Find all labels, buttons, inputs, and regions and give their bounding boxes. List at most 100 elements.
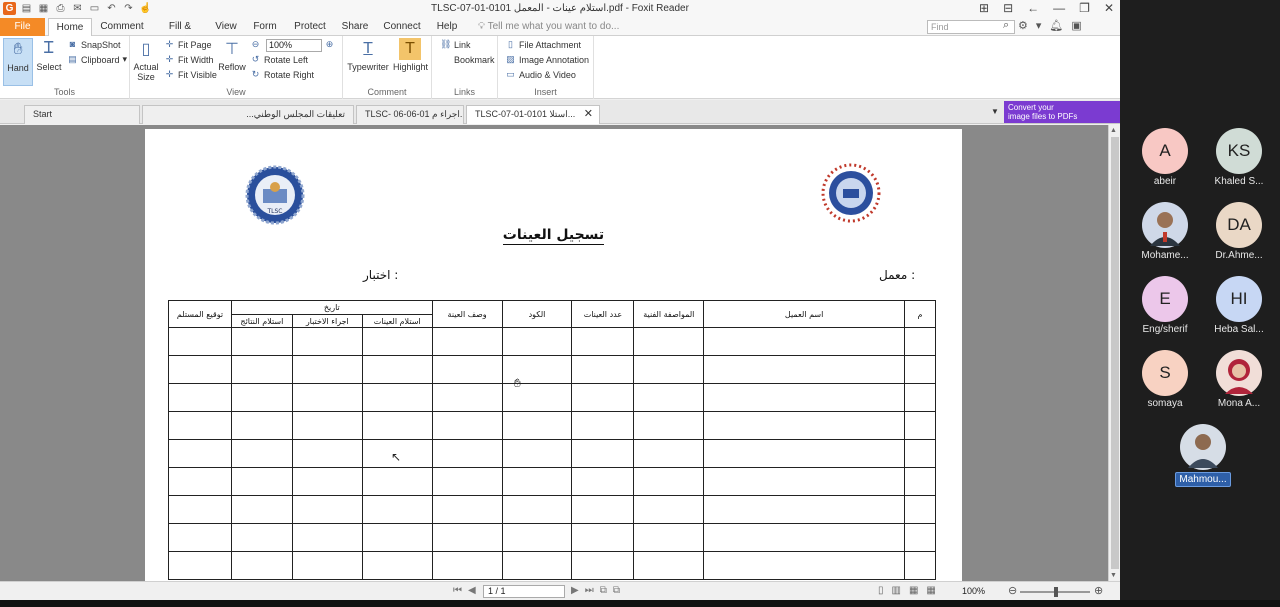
tab-form[interactable]: Form <box>251 18 279 36</box>
copy-page-icon[interactable]: ⧉ <box>600 585 607 596</box>
participant-tile-active[interactable]: Mahmou... <box>1168 424 1238 487</box>
fit-page-button[interactable]: ✛ Fit Page <box>164 39 212 50</box>
tab-document[interactable]: TLSC- 06-06-01 اجراء م... <box>356 105 464 124</box>
find-input[interactable]: Find <box>927 20 1015 34</box>
participant-tile[interactable]: Mohame... <box>1130 202 1200 261</box>
scrollbar-thumb[interactable] <box>1111 137 1119 569</box>
fit-width-button[interactable]: ✛ Fit Width <box>164 54 214 65</box>
tell-me-search[interactable]: 💡︎ Tell me what you want to do... <box>478 18 619 36</box>
file-attachment-button[interactable]: ▯ File Attachment <box>505 39 581 50</box>
header-receiver-signature: توقيع المستلم <box>168 300 232 328</box>
toolbar-right-icons: ⚙ ▾ 🔔︎ ▣ <box>1018 19 1082 32</box>
header-code: الكود <box>501 300 573 328</box>
back-arrow-icon[interactable]: ← <box>1027 1 1039 15</box>
meeting-participants-panel: A abeir KS Khaled S... Mohame... DA Dr.A… <box>1120 0 1280 607</box>
avatar: E <box>1142 276 1188 322</box>
header-client-name: اسم العميل <box>703 300 905 328</box>
convert-promo-banner[interactable]: Convert your image files to PDFs <box>1004 101 1120 123</box>
restore-icon[interactable]: ❐ <box>1079 1 1090 15</box>
minimize-icon[interactable]: — <box>1053 1 1065 15</box>
link-button[interactable]: ⛓︎ Link <box>440 39 471 50</box>
fit-visible-button[interactable]: ✛ Fit Visible <box>164 69 217 80</box>
rotate-right-button[interactable]: ↻ Rotate Right <box>250 69 314 80</box>
reflow-button[interactable]: ⊤ Reflow <box>218 38 246 72</box>
rotate-left-button[interactable]: ↺ Rotate Left <box>250 54 308 65</box>
zoom-slider[interactable] <box>1020 587 1090 597</box>
tab-help[interactable]: Help <box>435 18 459 36</box>
participant-tile[interactable]: HI Heba Sal... <box>1204 276 1274 335</box>
scroll-up-icon[interactable]: ▲ <box>1110 127 1117 134</box>
participant-tile[interactable]: DA Dr.Ahme... <box>1204 202 1274 261</box>
tab-share[interactable]: Share <box>340 18 370 36</box>
image-annotation-button[interactable]: ▨ Image Annotation <box>505 54 589 65</box>
participant-tile[interactable]: Mona A... <box>1204 350 1274 409</box>
tell-me-text: Tell me what you want to do... <box>487 21 620 32</box>
participant-tile[interactable]: KS Khaled S... <box>1204 128 1274 187</box>
tab-fill-sign[interactable]: Fill & Sign <box>158 18 202 50</box>
close-icon[interactable]: ✕ <box>1104 1 1114 15</box>
zoom-out-button[interactable]: ⊖ <box>250 39 261 50</box>
hand-label: Hand <box>7 63 29 73</box>
document-viewport[interactable]: TLSC تسجيل العينات معمل : اختبار : توقيع… <box>0 125 1108 581</box>
rotate-right-icon: ↻ <box>251 69 260 79</box>
bell-icon[interactable]: 🔔︎ <box>1049 19 1063 32</box>
tab-start[interactable]: Start <box>24 105 140 124</box>
continuous-facing-icon[interactable]: ▦ <box>926 585 935 596</box>
participant-tile[interactable]: E Eng/sherif <box>1130 276 1200 335</box>
participant-tile[interactable]: A abeir <box>1130 128 1200 187</box>
last-page-icon[interactable]: ⏭ <box>585 585 594 596</box>
search-icon[interactable]: ⌕ <box>1003 19 1009 32</box>
participant-tile[interactable]: S somaya <box>1130 350 1200 409</box>
bookmark-button[interactable]: Bookmark <box>440 54 495 65</box>
hand-cursor-icon: ✋︎ <box>514 376 521 390</box>
tab-comment[interactable]: Comment <box>98 18 146 36</box>
document-tabs: Start تعليقات المجلس الوطني... TLSC- 06-… <box>0 100 1120 124</box>
paperclip-icon: ▯ <box>508 39 513 49</box>
document-title: تسجيل العينات <box>145 227 962 245</box>
zoom-select[interactable]: 100% <box>266 39 322 52</box>
single-page-icon[interactable]: ▯ <box>878 585 884 596</box>
tab-document[interactable]: تعليقات المجلس الوطني... <box>142 105 354 124</box>
next-page-icon[interactable]: ▶ <box>571 585 579 596</box>
grid-icon[interactable]: ⊞ <box>979 1 989 15</box>
scroll-down-icon[interactable]: ▼ <box>1110 572 1117 579</box>
highlight-icon: T <box>399 38 421 60</box>
zoom-in-button[interactable]: ⊕ <box>324 39 335 50</box>
header-date-results: استلام النتائج <box>230 314 293 328</box>
facing-icon[interactable]: ▦ <box>909 585 918 596</box>
chevron-down-icon[interactable]: ▾ <box>1036 19 1042 32</box>
typewriter-button[interactable]: T̲ Typewriter <box>347 38 389 72</box>
vertical-scrollbar[interactable]: ▲ ▼ <box>1108 125 1120 581</box>
audio-video-button[interactable]: ▭ Audio & Video <box>505 69 576 80</box>
tab-protect[interactable]: Protect <box>292 18 328 36</box>
zoom-slider-knob[interactable] <box>1054 587 1058 597</box>
clipboard-button[interactable]: ▤ Clipboard ▾ <box>67 54 127 65</box>
tab-file[interactable]: File <box>0 18 45 36</box>
pin-icon[interactable]: ⊟ <box>1003 1 1013 15</box>
foxit-reader-window: G ▤ ▦ ⎙ ✉ ▭ ↶ ↷ ☝ TLSC-07-01-0101 استلام… <box>0 0 1120 600</box>
header-specification: المواصفة الفنية <box>633 300 705 328</box>
snapshot-button[interactable]: ◙ SnapShot <box>67 39 121 50</box>
user-icon[interactable]: ▣ <box>1071 19 1081 32</box>
select-tool-button[interactable]: Ꮖ Select <box>35 38 63 72</box>
zoom-in-icon[interactable]: ⊕ <box>1094 584 1103 597</box>
table-header-row: توقيع المستلم تاريخ وصف العينة الكود عدد… <box>168 300 937 328</box>
close-tab-icon[interactable]: ✕ <box>584 106 593 123</box>
tab-document-active[interactable]: TLSC-07-01-0101 استلا... ✕ <box>466 105 600 124</box>
continuous-icon[interactable]: ▥ <box>892 585 901 596</box>
tab-home[interactable]: Home <box>48 18 92 37</box>
tab-connect[interactable]: Connect <box>383 18 421 36</box>
export-page-icon[interactable]: ⧉ <box>613 585 620 596</box>
tab-view[interactable]: View <box>212 18 240 36</box>
zoom-out-icon[interactable]: ⊖ <box>1008 584 1017 597</box>
highlight-button[interactable]: T Highlight <box>393 38 428 72</box>
actual-size-button[interactable]: ▯ Actual Size <box>132 38 160 82</box>
tabs-dropdown-icon[interactable]: ▼ <box>991 107 999 116</box>
hand-tool-button[interactable]: ✋︎ Hand <box>3 38 33 86</box>
prev-page-icon[interactable]: ◀ <box>468 585 476 596</box>
first-page-icon[interactable]: ⏮ <box>453 585 462 596</box>
settings-gear-icon[interactable]: ⚙ <box>1018 19 1028 32</box>
avatar-photo <box>1142 202 1188 248</box>
avatar: HI <box>1216 276 1262 322</box>
page-number-input[interactable]: 1 / 1 <box>483 585 565 598</box>
